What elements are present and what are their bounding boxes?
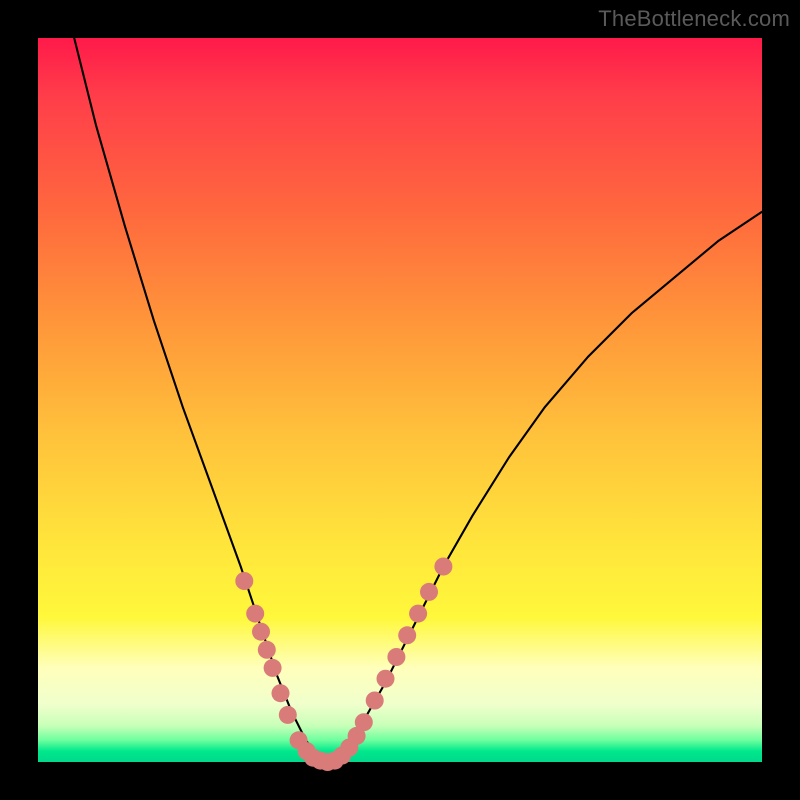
data-point xyxy=(235,572,253,590)
data-point xyxy=(377,670,395,688)
data-point xyxy=(366,692,384,710)
data-point xyxy=(355,713,373,731)
watermark-text: TheBottleneck.com xyxy=(598,6,790,32)
data-point xyxy=(279,706,297,724)
chart-svg xyxy=(38,38,762,762)
data-point xyxy=(258,641,276,659)
data-point xyxy=(409,605,427,623)
data-point xyxy=(252,623,270,641)
data-point xyxy=(246,605,264,623)
data-point xyxy=(264,659,282,677)
data-point xyxy=(420,583,438,601)
data-markers xyxy=(235,558,452,772)
data-point xyxy=(434,558,452,576)
data-point xyxy=(398,626,416,644)
data-point xyxy=(272,684,290,702)
bottleneck-curve xyxy=(74,38,762,762)
outer-frame: TheBottleneck.com xyxy=(0,0,800,800)
data-point xyxy=(387,648,405,666)
